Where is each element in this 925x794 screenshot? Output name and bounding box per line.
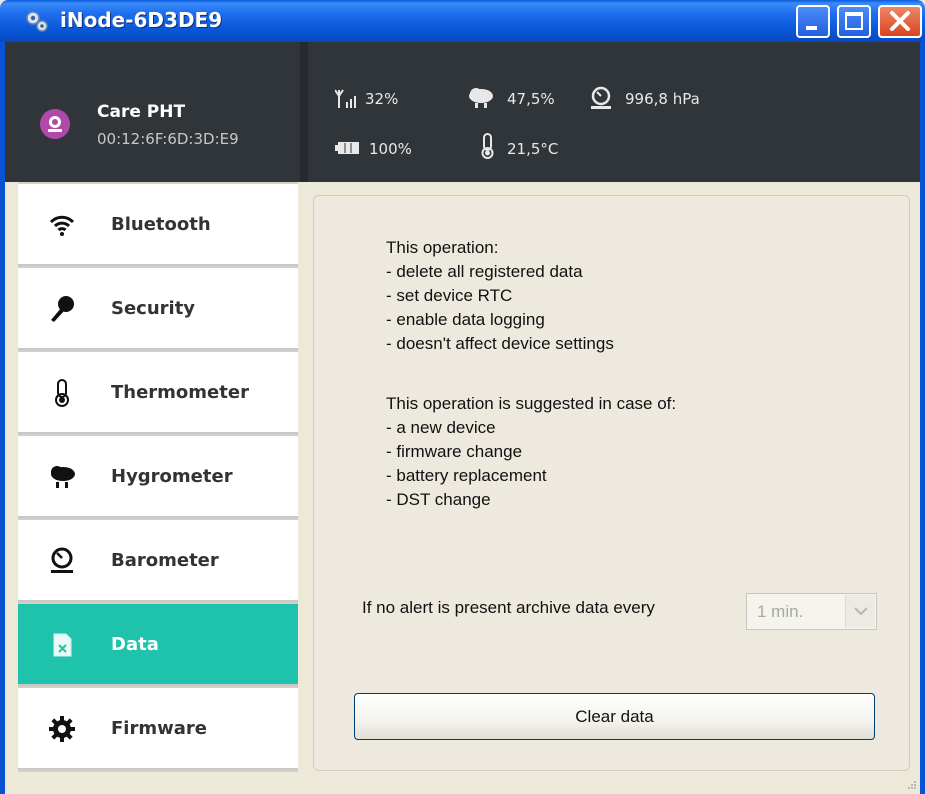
rain-cloud-icon xyxy=(51,466,75,488)
title-bar[interactable]: iNode-6D3DE9 xyxy=(0,0,925,42)
info-line: This operation: xyxy=(386,238,499,257)
battery-value: 100% xyxy=(369,140,412,158)
app-window: iNode-6D3DE9 Care PHT 00:12:6F:6D:3D:E9 … xyxy=(0,0,925,794)
battery-icon xyxy=(335,142,359,154)
sidebar-nav: Bluetooth Security Thermometer Hygromete… xyxy=(18,182,298,772)
archive-interval-label: If no alert is present archive data ever… xyxy=(362,598,655,617)
sidebar-item-label: Firmware xyxy=(111,718,207,739)
info-line: - battery replacement xyxy=(386,466,547,485)
data-file-icon xyxy=(53,633,72,657)
maximize-button[interactable] xyxy=(837,5,871,38)
info-line: This operation is suggested in case of: xyxy=(386,394,677,413)
thermometer-icon xyxy=(481,133,494,159)
sidebar-item-label: Bluetooth xyxy=(111,214,211,235)
info-line: - firmware change xyxy=(386,442,523,461)
gauge-icon xyxy=(51,547,73,573)
wifi-icon xyxy=(49,215,75,236)
sidebar-item-security[interactable]: Security xyxy=(18,268,298,350)
rain-cloud-icon xyxy=(469,88,493,108)
device-mac: 00:12:6F:6D:3D:E9 xyxy=(97,130,239,148)
signal-value: 32% xyxy=(365,90,399,108)
status-bar xyxy=(5,772,920,794)
archive-interval-value: 1 min. xyxy=(757,602,804,621)
data-panel: This operation: - delete all registered … xyxy=(313,195,910,771)
gear-icon xyxy=(49,716,75,742)
dropdown-arrow[interactable] xyxy=(845,595,875,628)
key-icon xyxy=(51,296,74,322)
info-line: - DST change xyxy=(386,490,491,509)
archive-interval-select[interactable]: 1 min. xyxy=(746,593,877,630)
info-line: - delete all registered data xyxy=(386,262,583,281)
window-border-right xyxy=(920,42,925,794)
info-line: - enable data logging xyxy=(386,310,545,329)
gauge-icon xyxy=(591,86,611,109)
temperature-value: 21,5°C xyxy=(507,140,559,158)
sidebar-item-label: Data xyxy=(111,634,159,655)
sidebar-item-bluetooth[interactable]: Bluetooth xyxy=(18,184,298,266)
sidebar-item-barometer[interactable]: Barometer xyxy=(18,520,298,602)
gears-icon xyxy=(26,11,48,32)
close-icon xyxy=(890,11,910,31)
info-line: - a new device xyxy=(386,418,496,437)
sidebar-item-thermometer[interactable]: Thermometer xyxy=(18,352,298,434)
maximize-icon xyxy=(845,12,863,30)
chevron-down-icon xyxy=(854,607,868,616)
pressure-value: 996,8 hPa xyxy=(625,90,700,108)
sidebar-item-data[interactable]: Data xyxy=(18,604,298,686)
humidity-value: 47,5% xyxy=(507,90,555,108)
close-button[interactable] xyxy=(878,5,922,38)
sidebar-item-hygrometer[interactable]: Hygrometer xyxy=(18,436,298,518)
signal-icon xyxy=(335,89,356,108)
window-title: iNode-6D3DE9 xyxy=(60,8,223,32)
device-header: Care PHT 00:12:6F:6D:3D:E9 32% 47,5% 996 xyxy=(5,42,920,182)
clear-data-button[interactable]: Clear data xyxy=(354,693,875,740)
sidebar-item-label: Hygrometer xyxy=(111,466,233,487)
sidebar-item-firmware[interactable]: Firmware xyxy=(18,688,298,770)
resize-grip-icon[interactable] xyxy=(905,778,917,790)
minimize-icon xyxy=(806,26,817,30)
sidebar-item-label: Security xyxy=(111,298,196,319)
sensor-avatar-icon xyxy=(40,109,70,139)
thermometer-icon xyxy=(55,379,69,407)
header-divider xyxy=(300,42,308,182)
device-name: Care PHT xyxy=(97,102,186,122)
minimize-button[interactable] xyxy=(796,5,830,38)
info-line: - set device RTC xyxy=(386,286,513,305)
info-line: - doesn't affect device settings xyxy=(386,334,614,353)
sidebar-item-label: Thermometer xyxy=(111,382,249,403)
sidebar-item-label: Barometer xyxy=(111,550,219,571)
